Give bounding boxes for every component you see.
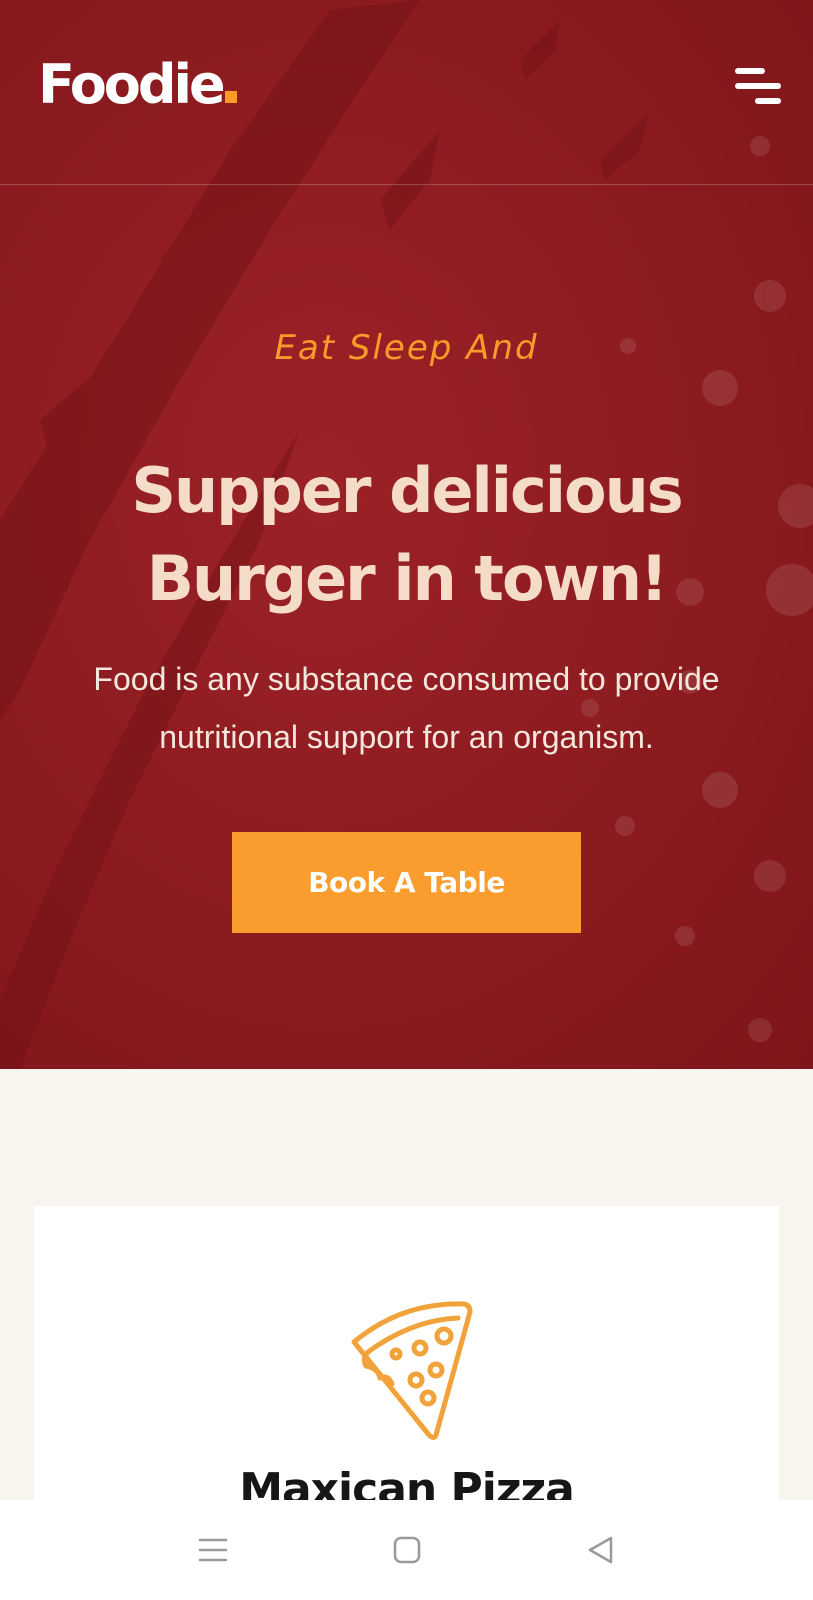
menu-item-card[interactable]: Maxican Pizza (34, 1206, 779, 1506)
logo-dot (224, 91, 237, 103)
back-glyph (588, 1536, 613, 1564)
foodie-logo[interactable]: Foodie (38, 58, 237, 112)
book-a-table-button[interactable]: Book A Table (232, 832, 581, 933)
site-header: Foodie (0, 0, 813, 185)
menu-bar-top (735, 68, 765, 74)
home-icon[interactable] (382, 1525, 432, 1575)
hero-section: Foodie Eat Sleep And Supper delicious Bu… (0, 0, 813, 1069)
hero-description: Food is any substance consumed to provid… (40, 650, 773, 766)
menu-bar-bottom (755, 98, 781, 104)
hero-tagline: Eat Sleep And (274, 328, 539, 368)
recent-apps-icon[interactable] (188, 1525, 238, 1575)
hamburger-menu-icon[interactable] (731, 66, 781, 110)
system-navigation-bar (0, 1500, 813, 1600)
hero-headline-line-2: Burger in town! (146, 542, 668, 615)
recent-apps-glyph (198, 1538, 228, 1562)
hero-headline: Supper delicious Burger in town! (40, 447, 773, 623)
pizza-slice-icon (351, 1301, 473, 1440)
hero-headline-line-1: Supper delicious (131, 454, 683, 527)
hero-description-line-1: Food is any substance consumed to provid… (93, 661, 720, 697)
home-glyph (393, 1536, 421, 1564)
back-icon[interactable] (576, 1525, 626, 1575)
logo-text: Foodie (38, 53, 226, 116)
menu-bar-middle (735, 83, 781, 89)
hero-description-line-2: nutritional support for an organism. (159, 719, 654, 755)
